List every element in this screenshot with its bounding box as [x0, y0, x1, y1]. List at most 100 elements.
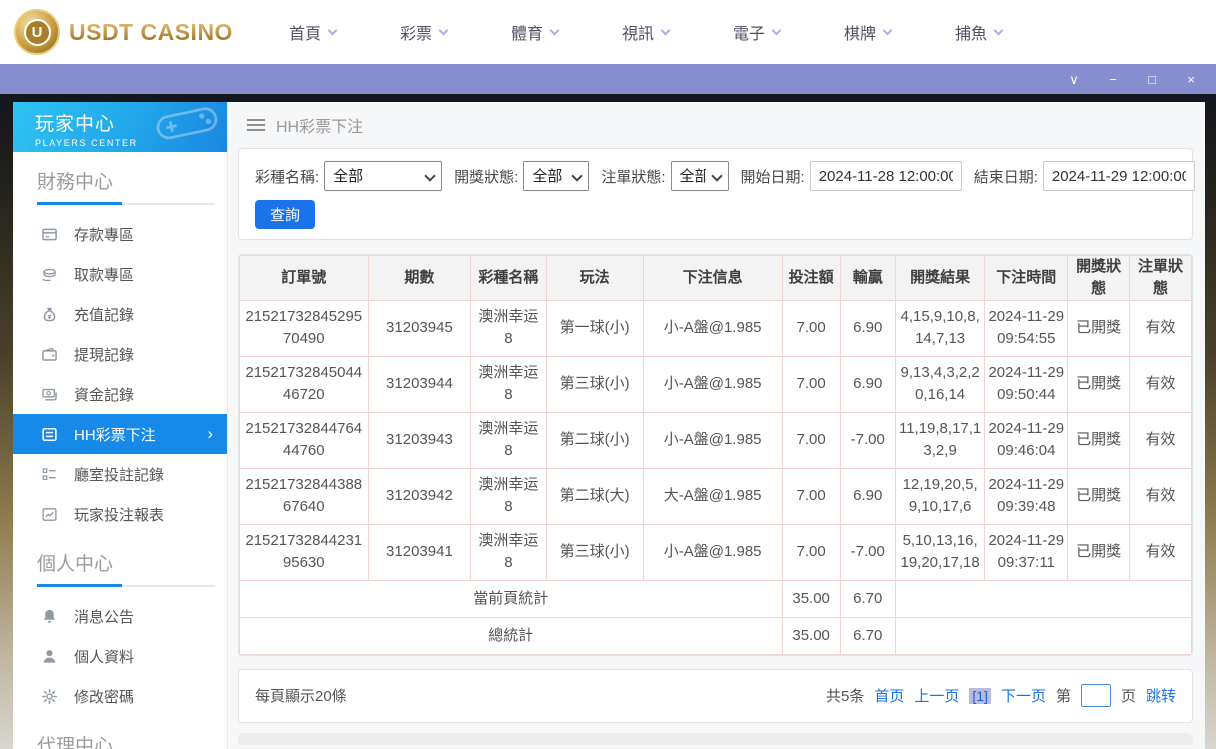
table-footer: 每頁顯示20條 共5条 首页 上一页 [1] 下一页 第 页 跳转: [238, 668, 1193, 723]
sidebar-item-announcement[interactable]: 消息公告: [13, 596, 227, 636]
brand-name: USDT CASINO: [69, 18, 233, 45]
window-minimize-icon[interactable]: −: [1106, 73, 1120, 86]
next-page-link[interactable]: 下一页: [1001, 685, 1046, 706]
jump-prefix: 第: [1055, 688, 1071, 705]
end-date-input[interactable]: [1042, 161, 1195, 191]
table-cell: 小-A盤@1.985: [642, 299, 783, 357]
nav-item-label: 電子: [733, 26, 766, 43]
table-cell: 2152173284529570490: [239, 299, 369, 357]
prev-page-link[interactable]: 上一页: [914, 685, 959, 706]
sidebar-item-label: 個人資料: [74, 648, 135, 666]
sidebar-item-deposit[interactable]: 存款專區: [13, 214, 227, 254]
table-row: 2152173284504446720 31203944 澳洲幸运8 第三球(小) 小-…: [239, 355, 1192, 413]
table-cell: 7.00: [781, 523, 841, 581]
col-header-1: 期數: [367, 255, 472, 301]
nav-item-home[interactable]: 首頁: [288, 20, 338, 44]
jump-suffix: 页: [1120, 688, 1136, 705]
sidebar-item-withdrawal-record[interactable]: 提現記錄: [13, 334, 227, 374]
table-cell: -7.00: [839, 523, 896, 581]
sidebar-item-label: 充值記錄: [74, 306, 135, 324]
table-cell: 7.00: [781, 467, 841, 525]
sidebar-item-label: 消息公告: [74, 608, 135, 626]
nav-item-slots[interactable]: 電子: [733, 20, 782, 44]
table-cell: 小-A盤@1.985: [642, 523, 783, 581]
sidebar-item-label: 存款專區: [74, 226, 135, 244]
player-report-icon: [41, 506, 58, 523]
table-cell: 7.00: [781, 355, 841, 413]
sidebar-item-recharge-record[interactable]: 充值記錄: [13, 294, 227, 334]
nav-item-label: 首頁: [288, 26, 321, 43]
order-status-select[interactable]: 全部: [670, 161, 729, 191]
window-dropdown-icon[interactable]: ∨: [1067, 73, 1081, 86]
table-cell: 2152173284504446720: [239, 355, 369, 413]
sidebar-item-room-bet-record[interactable]: 廳室投註記錄: [13, 454, 227, 494]
chevron-down-icon: [882, 25, 893, 35]
main-nav: 首頁 彩票 體育 視訊 電子 棋牌 捕魚: [288, 20, 1004, 44]
table-cell: -7.00: [839, 411, 896, 469]
current-page[interactable]: [1]: [969, 687, 991, 704]
nav-item-sports[interactable]: 體育: [510, 20, 560, 44]
table-cell: 11,19,8,17,13,2,9: [894, 411, 986, 469]
table-cell: 澳洲幸运8: [470, 523, 547, 581]
sidebar-item-withdraw[interactable]: 取款專區: [13, 254, 227, 294]
search-button[interactable]: 查詢: [255, 200, 316, 229]
table-cell: 9,13,4,3,2,20,16,14: [894, 355, 986, 413]
table-cell: 澳洲幸运8: [470, 299, 547, 357]
col-header-7: 開獎結果: [894, 255, 986, 301]
sidebar-item-lottery-bet[interactable]: HH彩票下注 ›: [13, 414, 227, 454]
end-date-label: 結束日期:: [973, 168, 1038, 186]
table-row: 2152173284423195630 31203941 澳洲幸运8 第三球(小) 小-…: [239, 523, 1192, 581]
nav-item-board-games[interactable]: 棋牌: [844, 20, 893, 44]
sidebar-item-password[interactable]: 修改密碼: [13, 676, 227, 716]
window-maximize-icon[interactable]: □: [1145, 73, 1159, 86]
nav-item-label: 體育: [510, 26, 543, 43]
nav-item-fishing[interactable]: 捕魚: [955, 20, 1004, 44]
nav-item-live-video[interactable]: 視訊: [622, 20, 671, 44]
table-cell: 2152173284476444760: [239, 411, 369, 469]
first-page-link[interactable]: 首页: [874, 685, 904, 706]
page-title: HH彩票下注: [276, 119, 364, 136]
brand-logo: U USDT CASINO: [0, 9, 233, 55]
chevron-down-icon: [993, 25, 1004, 35]
jump-button[interactable]: 跳转: [1146, 685, 1176, 706]
announcement-icon: [41, 608, 58, 625]
app-window: 玩家中心 PLAYERS CENTER 財務中心 存款專區 取款專區 充值記錄 提現記錄…: [13, 102, 1205, 749]
sidebar-section-title: 財務中心: [37, 172, 114, 193]
bets-table: 訂單號 期數 彩種名稱 玩法 下注信息 投注額 輸贏 開獎結果 下注時間 開獎狀態 注單狀態 2152…: [239, 255, 1192, 655]
lottery-name-select[interactable]: 全部: [324, 161, 443, 191]
pagination: 共5条 首页 上一页 [1] 下一页 第 页 跳转: [826, 684, 1176, 707]
summary-label: 當前頁統計: [239, 579, 783, 618]
table-cell: 6.90: [839, 299, 896, 357]
table-cell: 澳洲幸运8: [470, 467, 547, 525]
col-header-0: 訂單號: [239, 255, 369, 301]
table-cell: 有效: [1129, 355, 1192, 413]
main-content: HH彩票下注 彩種名稱: 全部 開獎狀態: 全部 注單狀態: 全部 開始日期: …: [228, 102, 1205, 749]
table-cell: 7.00: [781, 299, 841, 357]
nav-item-lottery[interactable]: 彩票: [400, 20, 449, 44]
window-close-icon[interactable]: ×: [1184, 73, 1198, 86]
table-cell: 12,19,20,5,9,10,17,6: [894, 467, 986, 525]
sidebar-item-label: 修改密碼: [74, 688, 135, 706]
draw-status-select[interactable]: 全部: [523, 161, 590, 191]
col-header-4: 下注信息: [642, 255, 783, 301]
col-header-8: 下注時間: [984, 255, 1069, 301]
col-header-5: 投注額: [781, 255, 841, 301]
chevron-down-icon: [771, 25, 782, 35]
withdraw-icon: [41, 266, 58, 283]
breadcrumb: HH彩票下注: [238, 102, 1193, 148]
table-cell: 31203941: [367, 523, 472, 581]
sidebar-item-label: HH彩票下注: [74, 426, 156, 444]
page-jump-input[interactable]: [1080, 684, 1111, 707]
table-cell: 小-A盤@1.985: [642, 355, 783, 413]
table-cell: 2024-11-29 09:50:44: [984, 355, 1069, 413]
summary-bet-total: 35.00: [781, 579, 841, 618]
window-titlebar: ∨ − □ ×: [0, 64, 1216, 94]
menu-toggle-icon[interactable]: [247, 118, 265, 132]
draw-status-label: 開獎狀態:: [454, 168, 519, 186]
table-row: 2152173284438867640 31203942 澳洲幸运8 第二球(大) 大-…: [239, 467, 1192, 525]
table-cell: 2152173284438867640: [239, 467, 369, 525]
sidebar-item-funds-record[interactable]: 資金記錄: [13, 374, 227, 414]
sidebar-item-profile[interactable]: 個人資料: [13, 636, 227, 676]
sidebar-item-player-report[interactable]: 玩家投注報表: [13, 494, 227, 534]
start-date-input[interactable]: [809, 161, 962, 191]
